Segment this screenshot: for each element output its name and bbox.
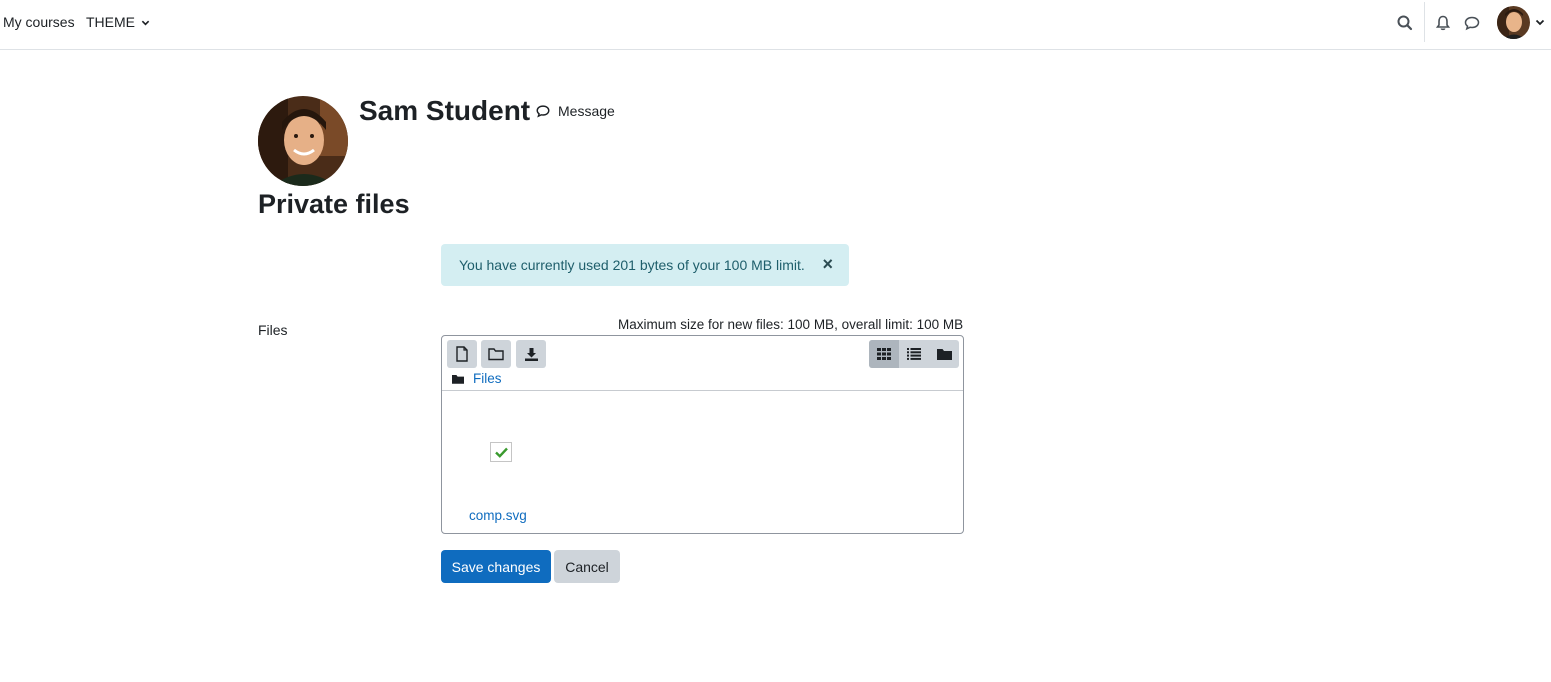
view-list-button[interactable] [899,340,929,368]
download-all-button[interactable] [516,340,546,368]
page-title: Private files [258,189,410,219]
file-thumbnail[interactable] [490,442,512,462]
save-changes-button[interactable]: Save changes [441,550,551,583]
nav-my-courses-link[interactable]: My courses [3,14,75,30]
view-tree-button[interactable] [929,340,959,368]
chat-icon [536,105,550,118]
search-icon[interactable] [1396,14,1414,32]
cancel-button[interactable]: Cancel [554,550,620,583]
close-icon[interactable]: × [822,255,833,273]
navbar-divider [1424,2,1425,42]
bell-icon[interactable] [1434,14,1452,32]
file-manager: Files comp.svg [441,335,964,534]
quota-alert: You have currently used 201 bytes of you… [441,244,849,286]
profile-avatar [258,96,348,186]
grid-icon [877,348,891,360]
profile-name: Sam Student [359,95,531,126]
view-grid-button[interactable] [869,340,899,368]
file-icon [456,346,468,362]
message-button[interactable]: Message [535,103,615,119]
chat-icon[interactable] [1463,14,1481,32]
view-mode-toggle [869,340,959,368]
chevron-down-icon[interactable] [1535,17,1545,27]
folder-icon [936,349,952,360]
file-name-link[interactable]: comp.svg [469,508,527,523]
user-avatar[interactable] [1497,6,1530,39]
download-icon [524,347,538,361]
file-manager-toolbar: Files [442,336,963,391]
nav-theme-label: THEME [86,14,135,30]
folder-icon [488,348,504,361]
folder-icon [452,374,464,384]
message-label: Message [558,103,615,119]
list-icon [907,348,921,360]
top-navbar: My courses THEME [0,0,1551,50]
breadcrumb: Files [452,371,502,386]
nav-theme-menu[interactable]: THEME [86,14,150,30]
checkmark-icon [494,447,508,458]
alert-text: You have currently used 201 bytes of you… [459,257,805,273]
breadcrumb-files-link[interactable]: Files [473,371,502,386]
chevron-down-icon [141,20,150,26]
files-field-label: Files [258,322,288,338]
create-folder-button[interactable] [481,340,511,368]
max-size-info: Maximum size for new files: 100 MB, over… [618,317,964,332]
add-file-button[interactable] [447,340,477,368]
